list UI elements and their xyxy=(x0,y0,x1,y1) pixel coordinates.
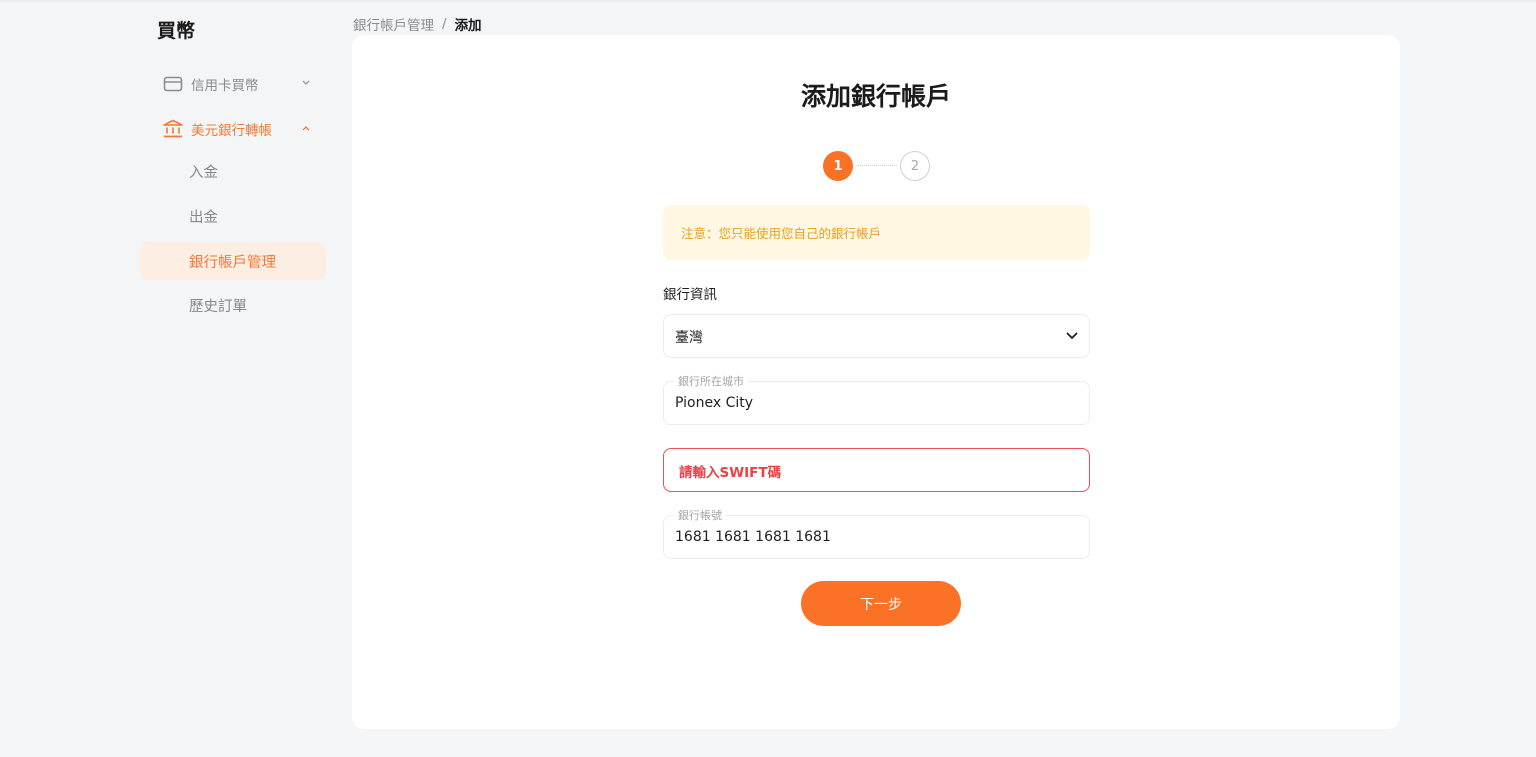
sidebar-title: 買幣 xyxy=(157,20,196,42)
sidebar-item-order-history[interactable]: 歷史訂單 xyxy=(140,286,326,324)
bank-city-label: 銀行所在城市 xyxy=(674,375,748,388)
next-step-button[interactable]: 下一步 xyxy=(801,581,961,626)
page-title: 添加銀行帳戶 xyxy=(800,82,951,111)
breadcrumb: 銀行帳戶管理 / 添加 xyxy=(353,14,482,34)
swift-code-field[interactable]: 請輸入SWIFT碼 xyxy=(663,448,1090,492)
bank-account-number-label: 銀行帳號 xyxy=(674,509,726,522)
wallet-icon xyxy=(162,73,184,95)
bank-city-field[interactable]: 銀行所在城市 Pionex City xyxy=(663,375,1090,425)
bank-icon xyxy=(162,118,184,140)
bank-account-number-value: 1681 1681 1681 1681 xyxy=(675,529,831,545)
add-bank-account-card: 添加銀行帳戶 1 2 注意：您只能使用您自己的銀行帳戶 銀行資訊 臺灣 銀行所在… xyxy=(352,35,1400,729)
notice-banner: 注意：您只能使用您自己的銀行帳戶 xyxy=(663,205,1090,260)
sidebar-item-bank-account-management[interactable]: 銀行帳戶管理 xyxy=(140,242,326,280)
bank-city-value: Pionex City xyxy=(675,395,754,411)
sidebar-group-label: 信用卡買幣 xyxy=(191,78,259,94)
sidebar-item-deposit[interactable]: 入金 xyxy=(140,152,326,190)
breadcrumb-parent-link[interactable]: 銀行帳戶管理 xyxy=(353,14,434,34)
breadcrumb-current: 添加 xyxy=(454,18,482,34)
sidebar-item-withdraw[interactable]: 出金 xyxy=(140,197,326,235)
chevron-down-icon xyxy=(299,76,313,90)
country-select-value: 臺灣 xyxy=(675,330,703,346)
sidebar-group-usd-bank-transfer[interactable]: 美元銀行轉帳 xyxy=(140,110,326,148)
chevron-up-icon xyxy=(299,121,313,135)
swift-code-placeholder: 請輸入SWIFT碼 xyxy=(679,465,782,481)
bank-account-number-field[interactable]: 銀行帳號 1681 1681 1681 1681 xyxy=(663,509,1090,559)
breadcrumb-separator: / xyxy=(442,16,447,32)
sidebar: 買幣 信用卡買幣 美元銀行轉帳 入金 出金 銀行帳戶管理 歷史訂單 xyxy=(140,0,326,757)
sidebar-group-label: 美元銀行轉帳 xyxy=(191,123,272,139)
country-select[interactable]: 臺灣 xyxy=(663,314,1090,358)
stepper: 1 2 xyxy=(823,151,931,181)
chevron-down-icon xyxy=(1065,329,1079,343)
step-2: 2 xyxy=(900,151,930,181)
bank-info-label: 銀行資訊 xyxy=(663,287,717,303)
sidebar-group-credit-card[interactable]: 信用卡買幣 xyxy=(140,65,326,103)
step-connector xyxy=(857,165,897,166)
step-1: 1 xyxy=(823,151,853,181)
